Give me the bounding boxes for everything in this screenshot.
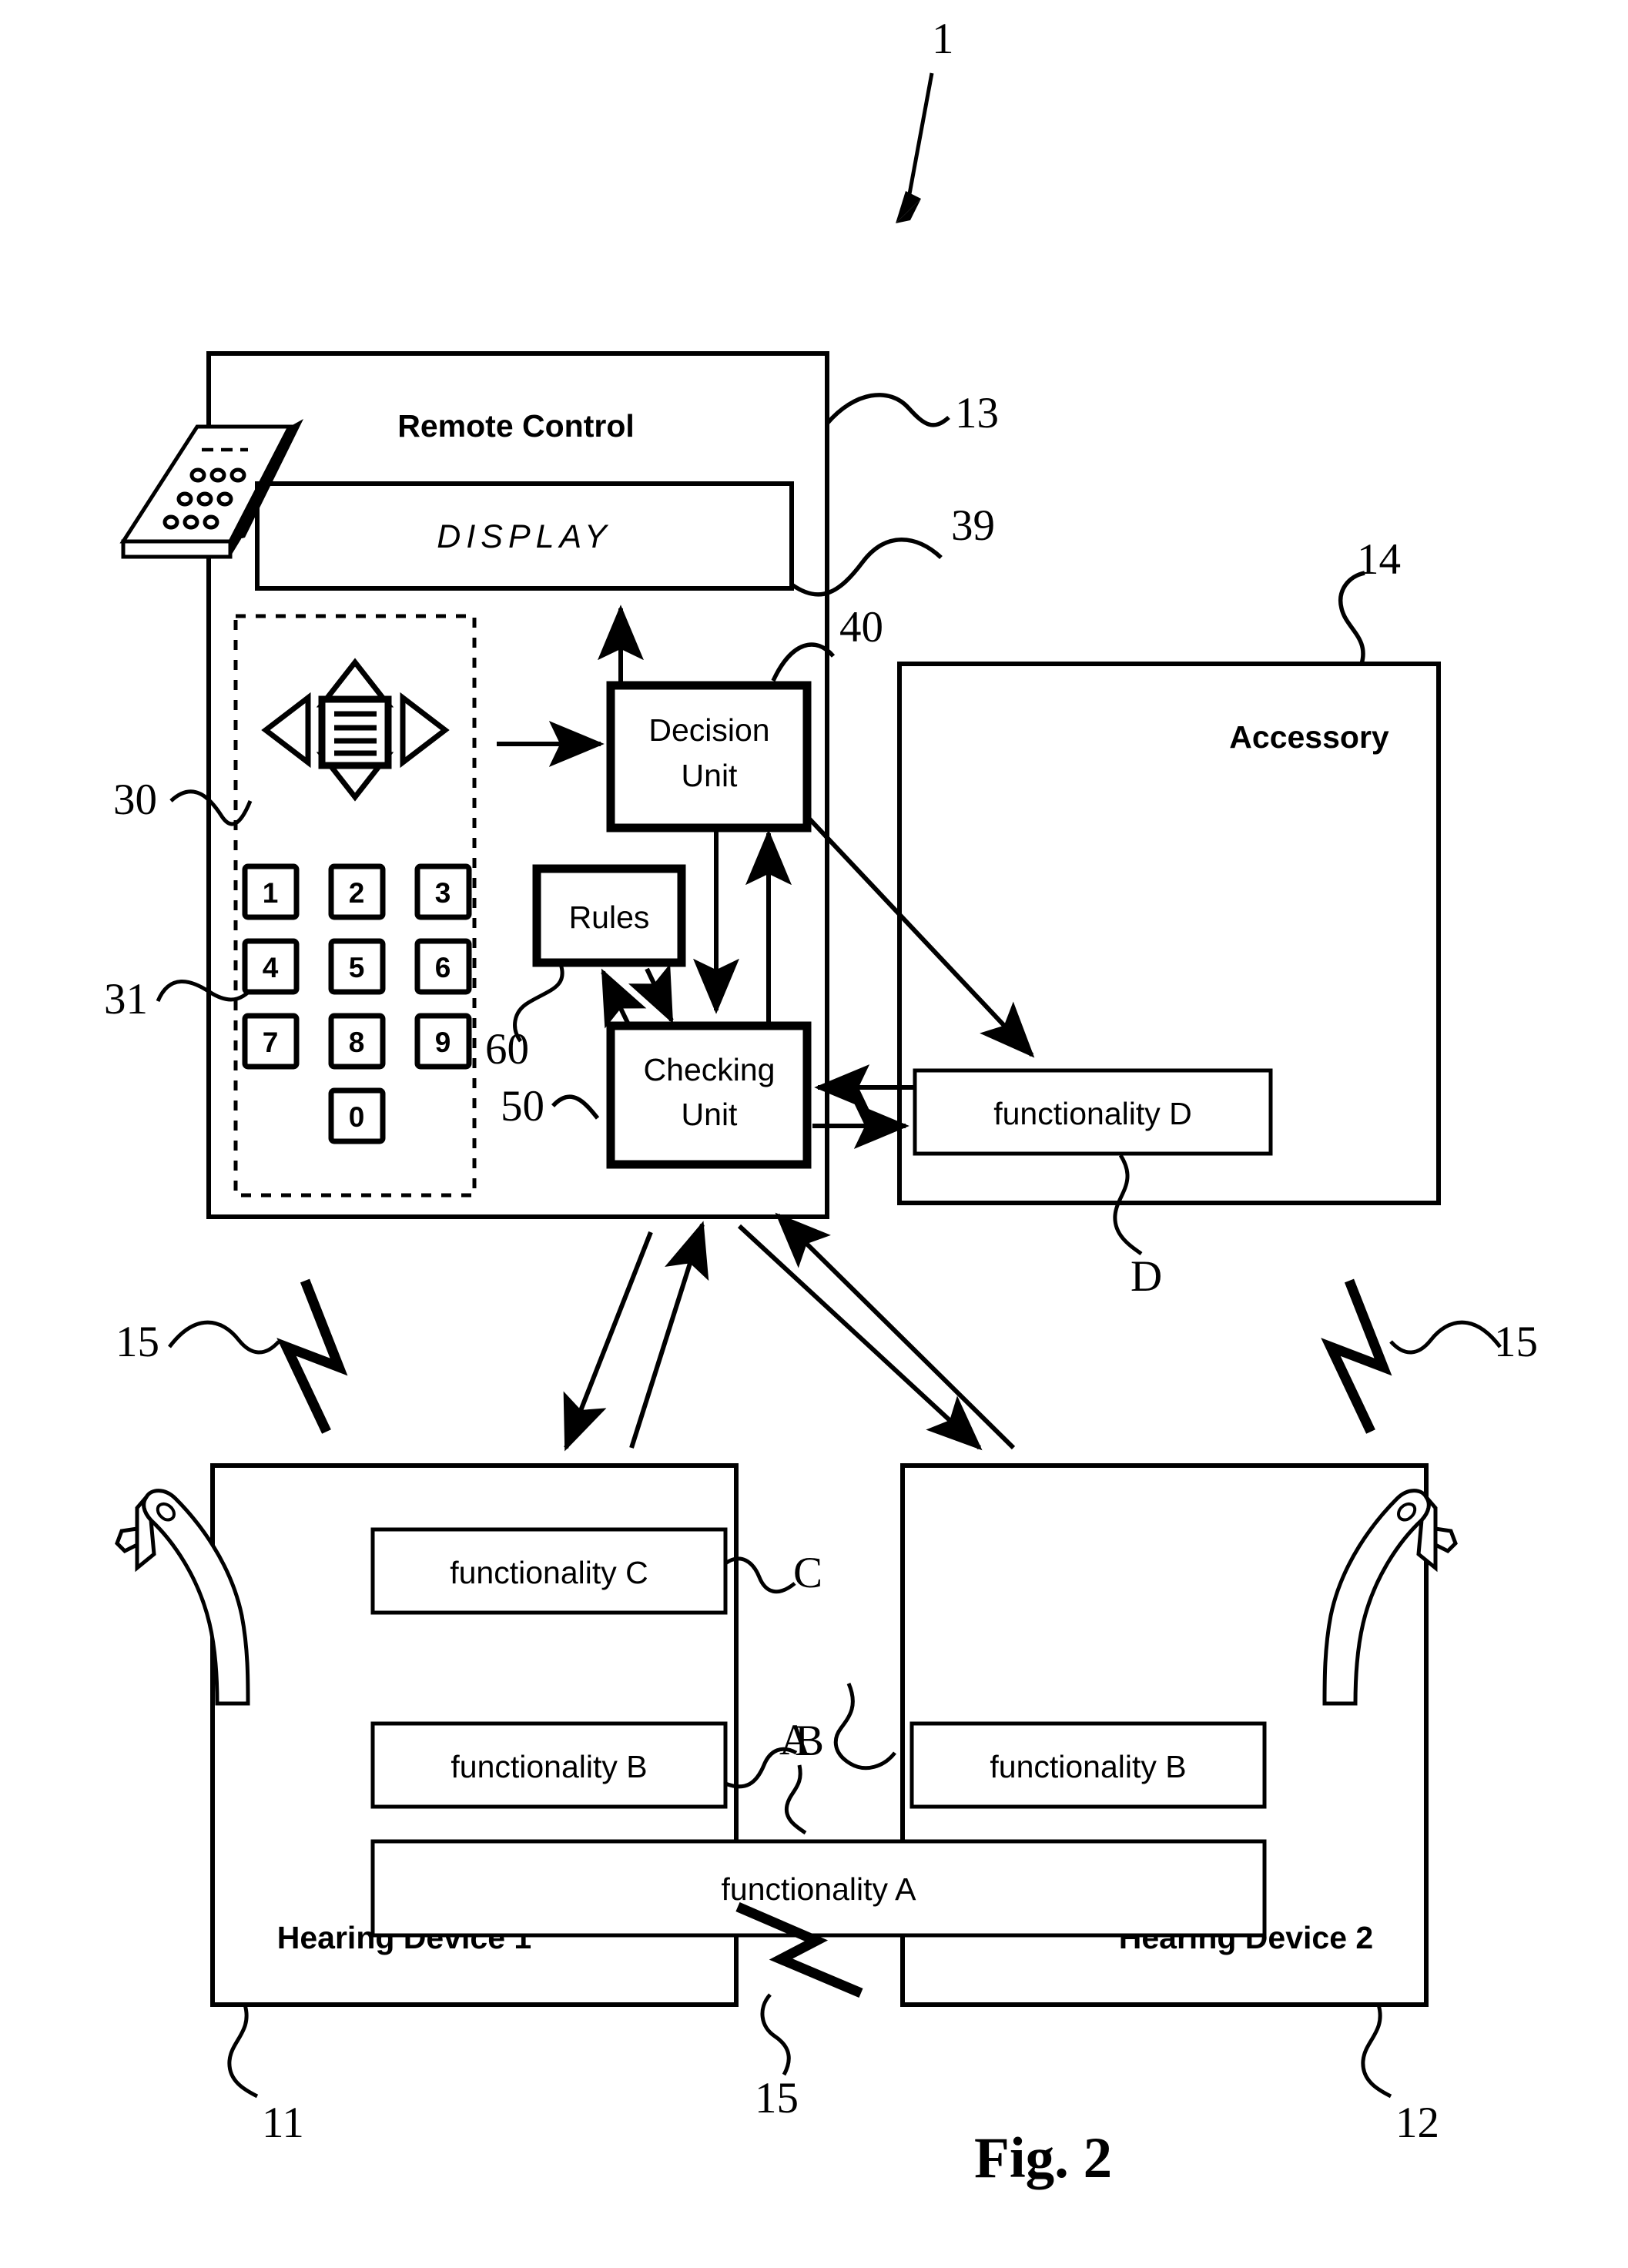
ref-60: 60 [485, 1025, 529, 1074]
checking-unit-box [606, 1021, 812, 1169]
ref-13: 13 [955, 389, 999, 437]
functionality-b-left-label: functionality B [451, 1749, 647, 1784]
key-0-label: 0 [349, 1101, 365, 1133]
decision-unit-label-2: Unit [682, 758, 739, 793]
checking-unit-label-2: Unit [682, 1097, 739, 1132]
ref-a: A [779, 1716, 812, 1764]
ref-31: 31 [104, 975, 148, 1023]
figure-caption: Fig. 2 [974, 2126, 1113, 2190]
decision-unit-label-1: Decision [648, 712, 769, 748]
ref-12: 12 [1395, 2099, 1439, 2147]
ref-40: 40 [839, 603, 883, 652]
ref-30: 30 [113, 776, 157, 824]
ref-39: 39 [951, 501, 995, 550]
key-9-label: 9 [435, 1027, 451, 1058]
ref-11: 11 [262, 2099, 304, 2147]
key-6-label: 6 [435, 952, 451, 983]
functionality-d-label: functionality D [993, 1096, 1192, 1131]
ref-15-right: 15 [1494, 1318, 1538, 1366]
key-7-label: 7 [263, 1027, 279, 1058]
ref-1: 1 [932, 15, 954, 63]
display-label: DISPLAY [437, 518, 611, 555]
remote-control-title: Remote Control [397, 408, 635, 444]
ref-d: D [1131, 1252, 1163, 1301]
key-4-label: 4 [263, 952, 279, 983]
ref-14: 14 [1357, 535, 1401, 584]
functionality-a-label: functionality A [722, 1871, 917, 1907]
key-2-label: 2 [349, 877, 365, 909]
functionality-b-right-label: functionality B [990, 1749, 1186, 1784]
ref-15-between: 15 [755, 2074, 799, 2122]
key-1-label: 1 [263, 877, 279, 909]
accessory-title: Accessory [1229, 719, 1389, 755]
key-8-label: 8 [349, 1027, 365, 1058]
checking-unit-label-1: Checking [644, 1052, 775, 1087]
key-5-label: 5 [349, 952, 365, 983]
functionality-c-label: functionality C [450, 1555, 648, 1590]
decision-unit-box [606, 681, 812, 832]
ref-50: 50 [501, 1082, 544, 1131]
ref-15-left: 15 [116, 1318, 159, 1366]
key-3-label: 3 [435, 877, 451, 909]
ref-c: C [793, 1549, 823, 1597]
rules-label: Rules [569, 899, 650, 935]
patent-figure-2: Remote Control DISPLAY 1 2 3 4 5 6 7 8 9… [0, 0, 1628, 2268]
